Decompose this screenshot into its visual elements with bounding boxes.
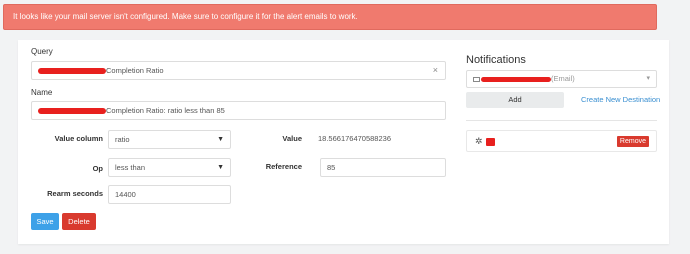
delete-button[interactable]: Delete bbox=[62, 213, 96, 230]
op-label: Op bbox=[92, 164, 103, 173]
notifications-title: Notifications bbox=[466, 54, 526, 66]
caret-down-icon: ▾ bbox=[646, 75, 650, 82]
slack-icon: ✲ bbox=[475, 136, 483, 146]
value-readout: 18.566176470588236 bbox=[318, 134, 391, 143]
divider bbox=[466, 120, 657, 121]
query-label: Query bbox=[31, 47, 53, 56]
mail-server-alert: It looks like your mail server isn't con… bbox=[3, 4, 657, 30]
name-value: Completion Ratio: ratio less than 85 bbox=[106, 106, 225, 115]
reference-label: Reference bbox=[265, 162, 302, 171]
query-select[interactable]: Completion Ratio × bbox=[31, 61, 446, 80]
reference-field[interactable]: 85 bbox=[320, 158, 446, 177]
destination-value: (Email) bbox=[551, 74, 575, 83]
email-icon bbox=[473, 76, 480, 82]
redacted-block bbox=[38, 108, 106, 115]
destination-select[interactable]: (Email) ▾ bbox=[466, 70, 657, 88]
rearm-seconds-value: 14400 bbox=[115, 190, 136, 199]
remove-button[interactable]: Remove bbox=[616, 136, 649, 147]
reference-value: 85 bbox=[327, 163, 336, 172]
redacted-block bbox=[481, 76, 551, 82]
op-value: less than bbox=[115, 163, 146, 172]
add-button[interactable]: Add bbox=[466, 92, 564, 108]
alert-text: It looks like your mail server isn't con… bbox=[13, 12, 358, 21]
value-column-value: ratio bbox=[115, 135, 130, 144]
save-button[interactable]: Save bbox=[31, 213, 59, 230]
close-icon[interactable]: × bbox=[433, 62, 438, 79]
op-select[interactable]: less than ▼ bbox=[108, 158, 231, 177]
caret-down-icon: ▼ bbox=[217, 164, 224, 171]
value-column-select[interactable]: ratio ▼ bbox=[108, 130, 231, 149]
name-label: Name bbox=[31, 88, 53, 97]
rearm-seconds-field[interactable]: 14400 bbox=[108, 185, 231, 204]
caret-down-icon: ▼ bbox=[217, 136, 224, 143]
query-value: Completion Ratio bbox=[106, 66, 164, 75]
redacted-block bbox=[486, 138, 495, 146]
create-destination-link[interactable]: Create New Destination bbox=[581, 95, 660, 104]
value-column-label: Value column bbox=[54, 134, 103, 143]
destination-row: ✲ Remove bbox=[466, 130, 657, 152]
alert-settings-card: Query Completion Ratio × Name Completion… bbox=[18, 40, 669, 244]
redacted-block bbox=[38, 68, 106, 75]
value-label: Value bbox=[282, 134, 302, 143]
name-field[interactable]: Completion Ratio: ratio less than 85 bbox=[31, 101, 446, 120]
rearm-seconds-label: Rearm seconds bbox=[47, 189, 103, 198]
